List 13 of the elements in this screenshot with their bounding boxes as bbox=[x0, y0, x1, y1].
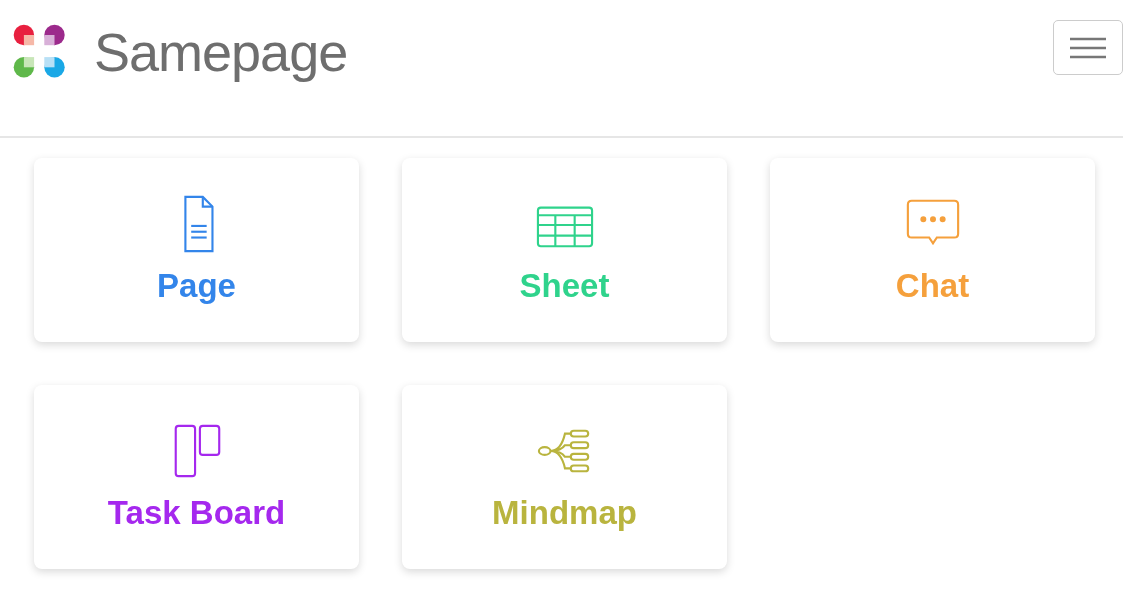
app-card[interactable]: Mindmap bbox=[402, 385, 727, 569]
menu-button[interactable] bbox=[1053, 20, 1123, 75]
card-label: Sheet bbox=[519, 267, 610, 305]
card-label: Page bbox=[157, 267, 236, 305]
app-card[interactable]: Sheet bbox=[402, 158, 727, 342]
app-card[interactable]: Chat bbox=[770, 158, 1095, 342]
app-card[interactable]: Page bbox=[34, 158, 359, 342]
card-label: Mindmap bbox=[492, 494, 637, 532]
card-label: Task Board bbox=[107, 494, 286, 532]
menu-icon bbox=[1070, 35, 1106, 60]
card-label: Chat bbox=[895, 267, 970, 305]
brand-name: Samepage bbox=[94, 21, 348, 83]
app-card[interactable]: Task Board bbox=[34, 385, 359, 569]
